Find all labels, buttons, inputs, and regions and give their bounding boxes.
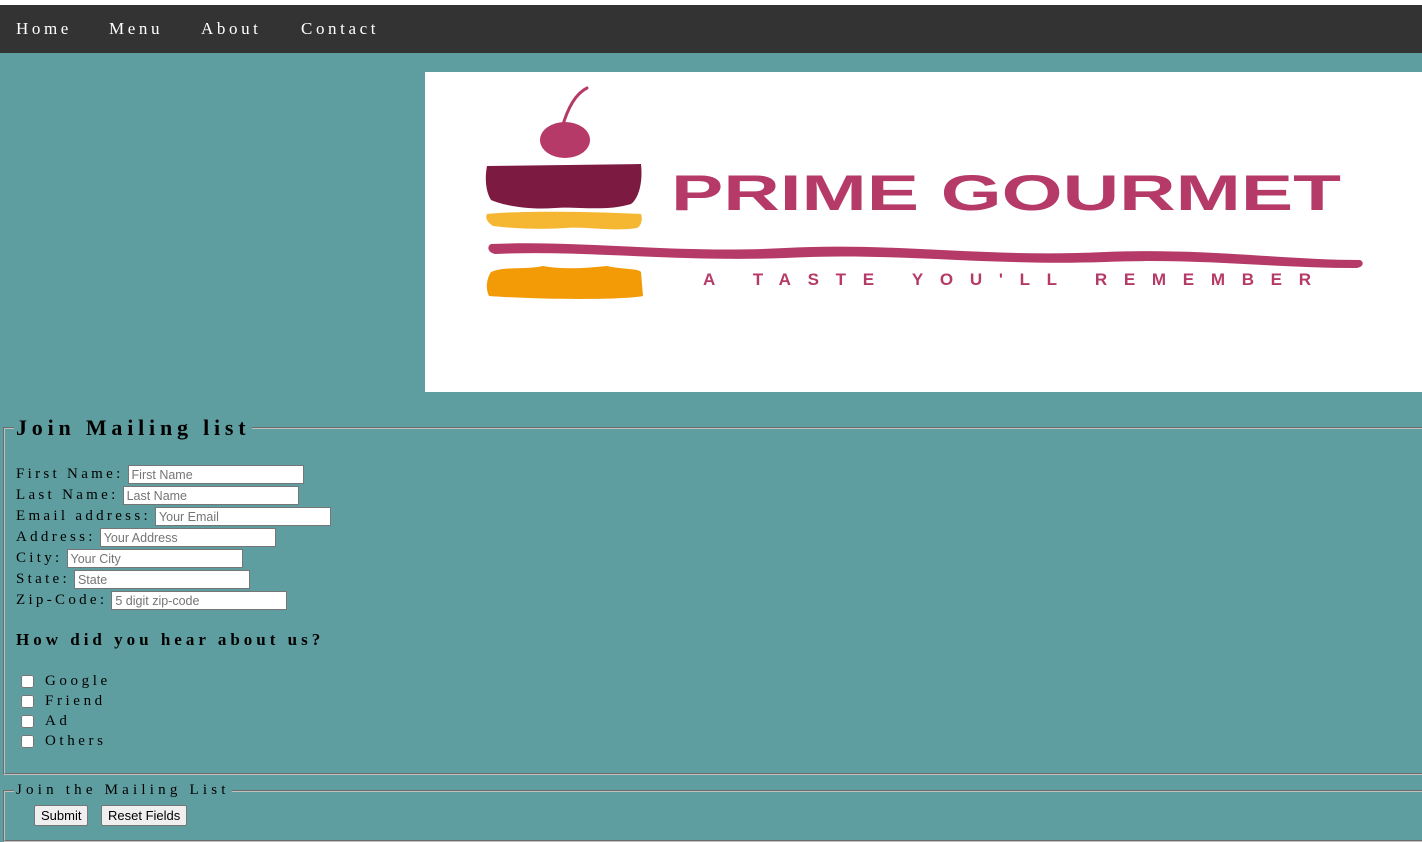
- nav-menu-link[interactable]: Menu: [109, 19, 163, 39]
- option-friend[interactable]: Friend: [21, 692, 106, 710]
- address-input[interactable]: [99, 528, 276, 547]
- nav-home-link[interactable]: Home: [16, 19, 72, 39]
- state-label: State:: [16, 571, 70, 587]
- ad-label: Ad: [45, 712, 71, 729]
- hear-about-us-heading: How did you hear about us?: [16, 630, 325, 649]
- brand-swoosh: [488, 243, 1363, 268]
- submit-button[interactable]: Submit: [34, 805, 89, 826]
- ad-checkbox[interactable]: [21, 714, 34, 728]
- google-checkbox[interactable]: [21, 674, 34, 688]
- cherry-stem: [560, 86, 589, 130]
- city-row: City:: [16, 548, 243, 569]
- email-input[interactable]: [154, 507, 331, 526]
- first-name-label: First Name:: [16, 466, 124, 482]
- zip-code-input[interactable]: [111, 591, 288, 610]
- zip-code-label: Zip-Code:: [16, 592, 108, 608]
- friend-label: Friend: [45, 692, 106, 709]
- submit-fieldset-legend: Join the Mailing List: [16, 782, 230, 798]
- address-row: Address:: [16, 527, 276, 548]
- submit-fieldset: Join the Mailing List: [3, 782, 1422, 842]
- option-google[interactable]: Google: [21, 672, 111, 690]
- others-label: Others: [45, 732, 107, 749]
- google-label: Google: [45, 672, 111, 689]
- first-name-input[interactable]: [127, 465, 304, 484]
- reset-fields-button[interactable]: Reset Fields: [101, 805, 188, 826]
- logo-banner: PRIME GOURMET A TASTE YOU'LL REMEMBER: [425, 72, 1422, 392]
- nav-contact-link[interactable]: Contact: [301, 19, 379, 39]
- nav-about-link[interactable]: About: [201, 19, 262, 39]
- zip-code-row: Zip-Code:: [16, 590, 288, 611]
- cake-cream-layer: [486, 211, 642, 230]
- cherry-icon: [540, 122, 590, 158]
- first-name-row: First Name:: [16, 464, 304, 485]
- option-others[interactable]: Others: [21, 732, 107, 750]
- others-checkbox[interactable]: [21, 734, 34, 748]
- logo-title: PRIME GOURMET: [671, 165, 1341, 221]
- navbar: Home Menu About Contact: [0, 5, 1422, 53]
- option-ad[interactable]: Ad: [21, 712, 71, 730]
- city-label: City:: [16, 550, 63, 566]
- prime-gourmet-logo: PRIME GOURMET A TASTE YOU'LL REMEMBER: [485, 86, 1363, 299]
- last-name-label: Last Name:: [16, 487, 119, 503]
- email-label: Email address:: [16, 508, 151, 524]
- last-name-input[interactable]: [122, 486, 299, 505]
- state-input[interactable]: [73, 570, 250, 589]
- email-row: Email address:: [16, 506, 331, 527]
- address-label: Address:: [16, 529, 96, 545]
- state-row: State:: [16, 569, 250, 590]
- logo-tagline: A TASTE YOU'LL REMEMBER: [703, 270, 1311, 289]
- city-input[interactable]: [66, 549, 243, 568]
- cake-bottom-layer: [486, 266, 643, 299]
- mailing-list-legend: Join Mailing list: [16, 415, 251, 440]
- cake-top-layer: [485, 164, 642, 209]
- friend-checkbox[interactable]: [21, 694, 34, 708]
- last-name-row: Last Name:: [16, 485, 299, 506]
